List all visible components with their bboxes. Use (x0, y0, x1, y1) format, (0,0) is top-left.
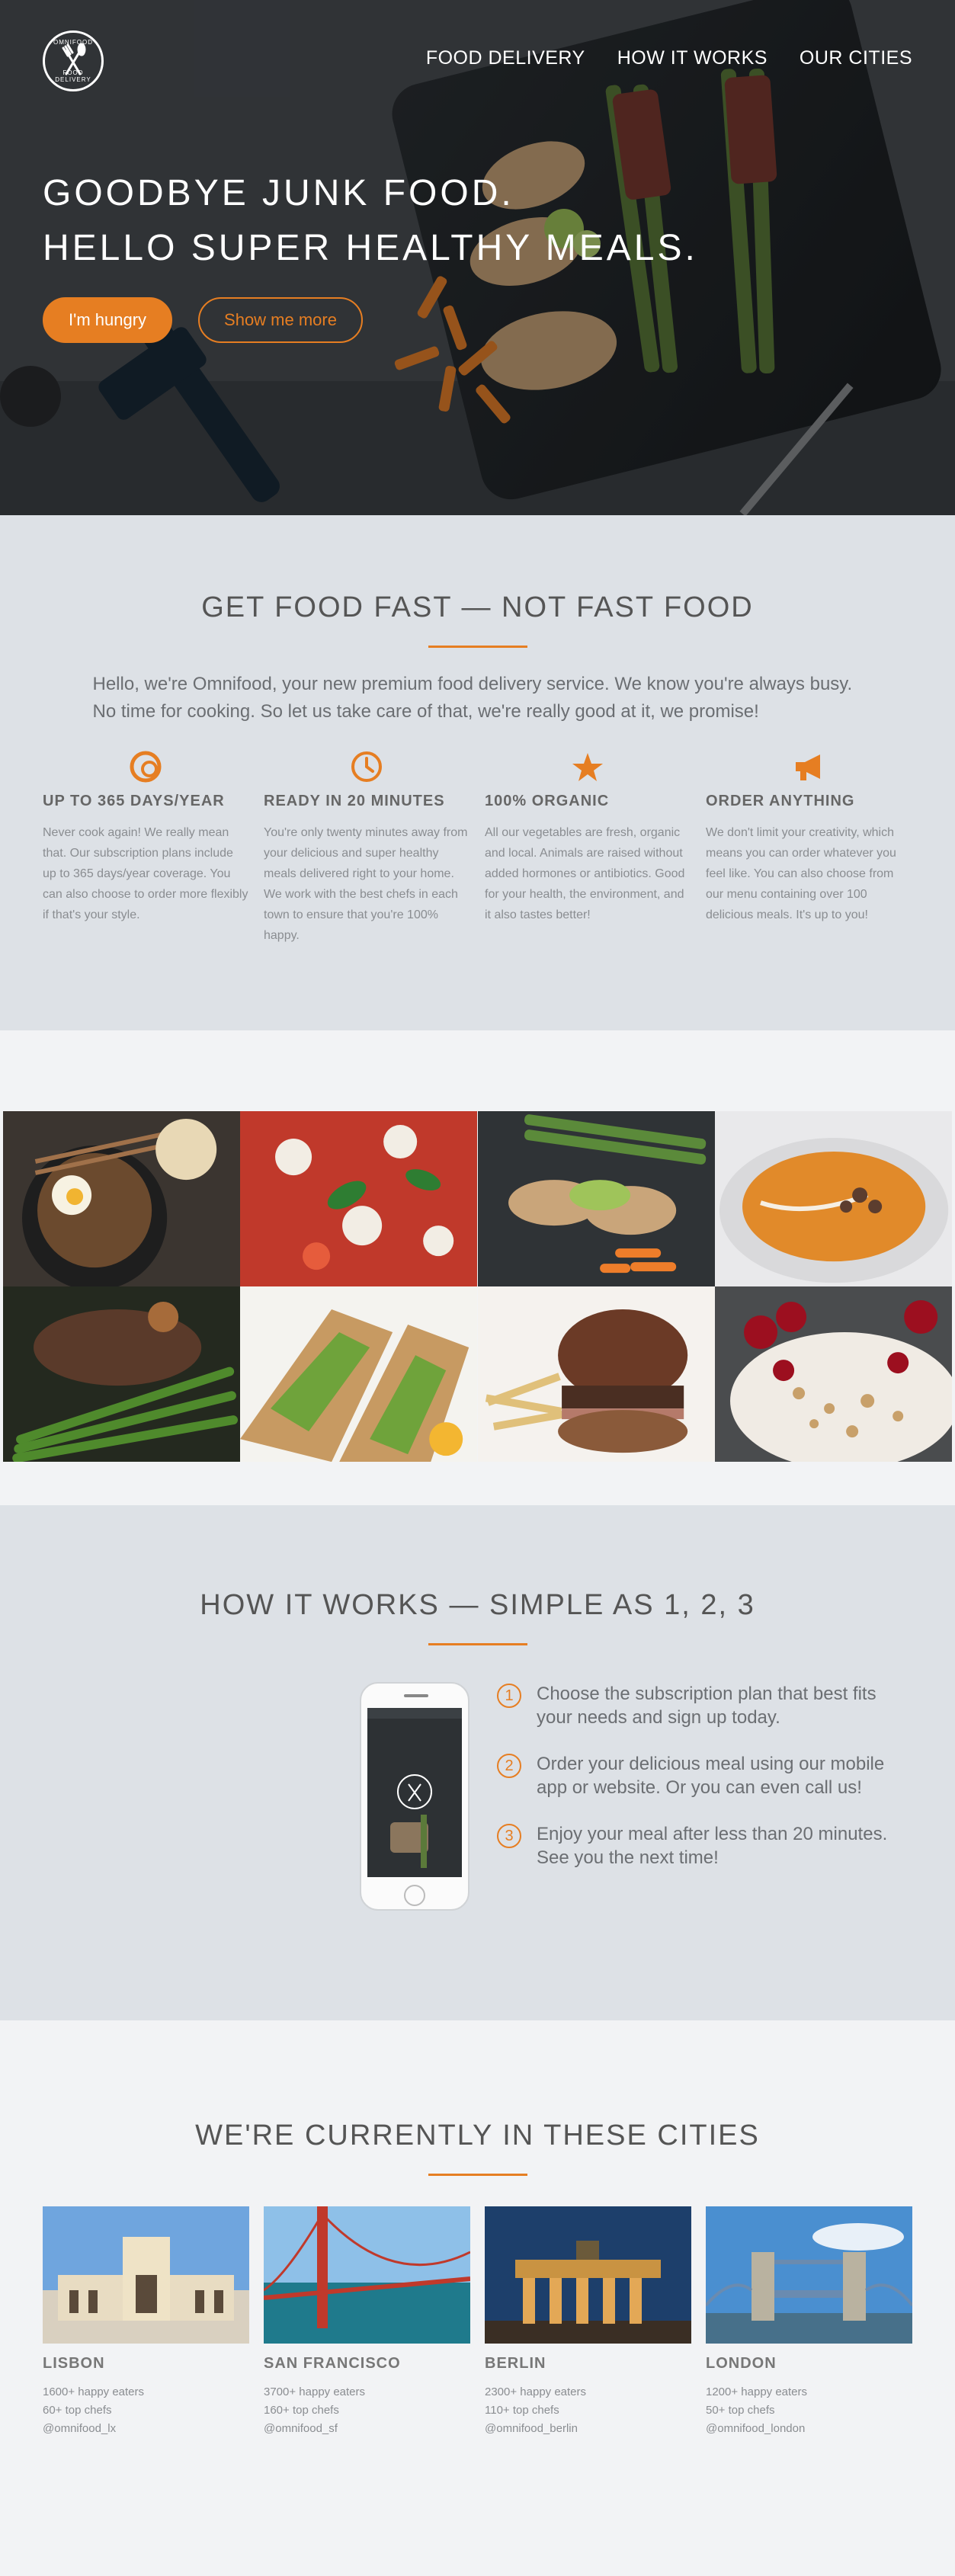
title-divider (428, 646, 527, 648)
city-chefs: 110+ top chefs (485, 2404, 559, 2417)
feature-text: You're only twenty minutes away from you… (264, 826, 468, 942)
how-it-works-content: 1 Choose the subscription plan that best… (0, 1682, 955, 1956)
how-it-works-section: HOW IT WORKS — SIMPLE AS 1, 2, 3 1 Choos… (0, 1505, 955, 2020)
feature-text: We don't limit your creativity, which me… (706, 826, 896, 921)
hero-title-line-2: HELLO SUPER HEALTHY MEALS. (43, 228, 698, 268)
city-card: BERLIN 2300+ happy eaters 110+ top chefs… (485, 2206, 691, 2438)
city-eaters: 1200+ happy eaters (706, 2385, 808, 2398)
im-hungry-button[interactable]: I'm hungry (43, 297, 173, 343)
city-chefs: 60+ top chefs (43, 2404, 112, 2417)
step-item: 3 Enjoy your meal after less than 20 min… (497, 1822, 893, 1870)
city-name: BERLIN (485, 2355, 546, 2372)
features-intro: Hello, we're Omnifood, your new premium … (92, 674, 853, 722)
nav-link-food-delivery[interactable]: FOOD DELIVERY (426, 47, 585, 69)
app-screen-image (367, 1708, 462, 1877)
features-title: GET FOOD FAST — NOT FAST FOOD (201, 591, 754, 623)
city-twitter-handle[interactable]: @omnifood_sf (264, 2420, 470, 2438)
city-photo-san-francisco (263, 2206, 471, 2344)
step-number: 1 (497, 1684, 521, 1708)
nav-link-our-cities[interactable]: OUR CITIES (800, 47, 912, 69)
city-eaters: 3700+ happy eaters (264, 2385, 366, 2398)
step-text: Choose the subscription plan that best f… (537, 1684, 876, 1728)
omnifood-logo[interactable]: OMNIFOOD FOOD DELIVERY (43, 30, 104, 91)
meals-showcase-section (0, 1030, 955, 1463)
hero-title: GOODBYE JUNK FOOD. HELLO SUPER HEALTHY M… (43, 166, 698, 276)
feature-title: ORDER ANYTHING (706, 793, 855, 809)
phone-speaker (404, 1694, 428, 1697)
feature-title: READY IN 20 MINUTES (264, 793, 445, 809)
main-nav: OMNIFOOD FOOD DELIVERY FOOD DELIVERY HOW… (0, 0, 955, 122)
feature-title: 100% ORGANIC (485, 793, 610, 809)
cities-section: WE'RE CURRENTLY IN THESE CITIES LISBON 1… (0, 2020, 955, 2536)
feature-item: READY IN 20 MINUTES You're only twenty m… (264, 748, 469, 946)
city-twitter-handle[interactable]: @omnifood_london (706, 2420, 912, 2438)
meal-photo-chicken-salad (477, 1111, 715, 1287)
city-name: SAN FRANCISCO (264, 2355, 401, 2372)
steps-list: 1 Choose the subscription plan that best… (497, 1682, 893, 1892)
megaphone-icon (796, 755, 820, 780)
step-text: Order your delicious meal using our mobi… (537, 1754, 885, 1798)
step-number: 2 (497, 1754, 521, 1778)
phone-mockup (360, 1682, 469, 1911)
feature-item: ORDER ANYTHING We don't limit your creat… (706, 748, 912, 946)
step-number: 3 (497, 1824, 521, 1848)
how-it-works-title: HOW IT WORKS — SIMPLE AS 1, 2, 3 (200, 1589, 755, 1621)
city-photo-berlin (485, 2206, 691, 2344)
feature-item: 100% ORGANIC All our vegetables are fres… (485, 748, 691, 946)
cities-title: WE'RE CURRENTLY IN THESE CITIES (195, 2119, 760, 2151)
phone-home-button (404, 1885, 425, 1906)
meal-photo-granola (714, 1286, 952, 1463)
city-twitter-handle[interactable]: @omnifood_lx (43, 2420, 249, 2438)
title-divider (428, 1643, 527, 1645)
step-item: 1 Choose the subscription plan that best… (497, 1682, 893, 1729)
step-item: 2 Order your delicious meal using our mo… (497, 1752, 893, 1799)
meal-photo-sandwich (240, 1286, 478, 1463)
meal-photo-soup (714, 1111, 952, 1287)
meal-photo-burger (477, 1286, 715, 1463)
show-me-more-button[interactable]: Show me more (198, 297, 363, 343)
city-card: SAN FRANCISCO 3700+ happy eaters 160+ to… (263, 2206, 471, 2438)
feature-text: All our vegetables are fresh, organic an… (485, 826, 685, 921)
logo-text-bottom: FOOD DELIVERY (55, 69, 91, 83)
phone-screen (367, 1708, 462, 1877)
city-grid: LISBON 1600+ happy eaters 60+ top chefs … (43, 2206, 914, 2438)
hero-buttons: I'm hungry Show me more (43, 297, 698, 343)
feature-text: Never cook again! We really mean that. O… (43, 826, 248, 921)
city-twitter-handle[interactable]: @omnifood_berlin (485, 2420, 691, 2438)
city-eaters: 2300+ happy eaters (485, 2385, 587, 2398)
city-name: LISBON (43, 2355, 105, 2372)
meal-photo-bibimbap (3, 1111, 241, 1287)
step-text: Enjoy your meal after less than 20 minut… (537, 1824, 888, 1868)
city-card: LISBON 1600+ happy eaters 60+ top chefs … (43, 2206, 249, 2438)
city-chefs: 50+ top chefs (706, 2404, 775, 2417)
infinity-circle-icon (130, 751, 162, 783)
hero-text-box: GOODBYE JUNK FOOD. HELLO SUPER HEALTHY M… (43, 166, 698, 343)
stopwatch-icon (351, 751, 382, 782)
features-section: GET FOOD FAST — NOT FAST FOOD Hello, we'… (0, 515, 955, 1030)
city-chefs: 160+ top chefs (264, 2404, 339, 2417)
hero-title-line-1: GOODBYE JUNK FOOD. (43, 173, 514, 213)
city-photo-lisbon (43, 2206, 249, 2344)
hero-section: OMNIFOOD FOOD DELIVERY FOOD DELIVERY HOW… (0, 0, 955, 515)
city-photo-london (704, 2206, 914, 2344)
leaf-star-icon (572, 753, 603, 781)
meal-photo-steak (3, 1286, 241, 1463)
title-divider (428, 2174, 527, 2176)
feature-item: UP TO 365 DAYS/YEAR Never cook again! We… (43, 748, 248, 946)
city-eaters: 1600+ happy eaters (43, 2385, 145, 2398)
city-name: LONDON (706, 2355, 777, 2372)
nav-links: FOOD DELIVERY HOW IT WORKS OUR CITIES (426, 47, 912, 69)
city-card: LONDON 1200+ happy eaters 50+ top chefs … (704, 2206, 914, 2438)
meal-photo-pizza (240, 1111, 478, 1287)
feature-grid: UP TO 365 DAYS/YEAR Never cook again! We… (43, 748, 912, 946)
feature-title: UP TO 365 DAYS/YEAR (43, 793, 225, 809)
nav-link-how-it-works[interactable]: HOW IT WORKS (617, 47, 768, 69)
meal-photo-grid (3, 1111, 952, 1463)
